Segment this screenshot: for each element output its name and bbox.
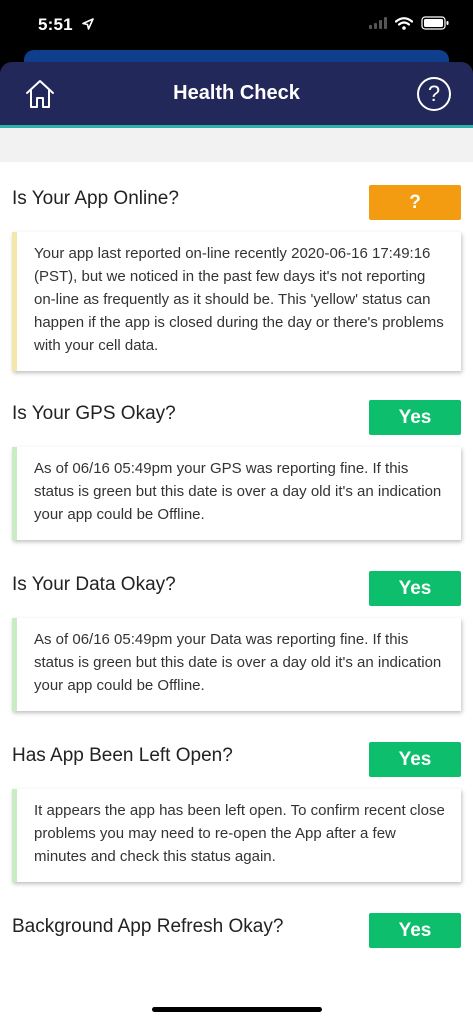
status-message: As of 06/16 05:49pm your Data was report… (12, 618, 461, 711)
page-title: Health Check (173, 82, 300, 104)
status-message: As of 06/16 05:49pm your GPS was reporti… (12, 447, 461, 540)
battery-icon (421, 16, 449, 30)
wifi-icon (395, 16, 413, 30)
check-data: Is Your Data Okay? Yes As of 06/16 05:49… (0, 548, 473, 711)
check-app-online: Is Your App Online? ? Your app last repo… (0, 162, 473, 371)
home-indicator[interactable] (152, 1007, 322, 1012)
status-badge[interactable]: Yes (369, 400, 461, 435)
check-app-left-open: Has App Been Left Open? Yes It appears t… (0, 719, 473, 882)
cellular-signal-icon (369, 17, 387, 29)
status-badge[interactable]: ? (369, 185, 461, 220)
status-message: Your app last reported on-line recently … (12, 232, 461, 371)
top-spacer (0, 128, 473, 162)
location-arrow-icon (82, 18, 94, 30)
check-background-refresh: Background App Refresh Okay? Yes (0, 890, 473, 952)
check-gps: Is Your GPS Okay? Yes As of 06/16 05:49p… (0, 377, 473, 540)
status-time: 5:51 (38, 15, 73, 34)
question-label: Is Your App Online? (12, 188, 179, 209)
help-button[interactable]: ? (417, 77, 451, 111)
app-header: Health Check ? (0, 62, 473, 128)
status-icons (369, 16, 449, 30)
status-badge[interactable]: Yes (369, 913, 461, 948)
question-label: Has App Been Left Open? (12, 745, 233, 766)
bottom-safe-area (0, 985, 473, 1024)
question-label: Is Your GPS Okay? (12, 403, 176, 424)
status-message: It appears the app has been left open. T… (12, 789, 461, 882)
status-bar: 5:51 (0, 0, 473, 50)
question-label: Is Your Data Okay? (12, 574, 176, 595)
status-badge[interactable]: Yes (369, 571, 461, 606)
health-check-list[interactable]: Is Your App Online? ? Your app last repo… (0, 128, 473, 1024)
question-label: Background App Refresh Okay? (12, 916, 284, 937)
status-badge[interactable]: Yes (369, 742, 461, 777)
